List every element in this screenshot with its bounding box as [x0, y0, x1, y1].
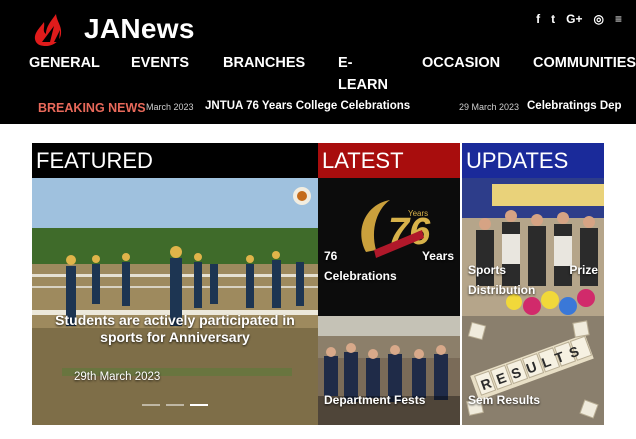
- latest-card-department-fests[interactable]: Department Fests: [318, 316, 460, 425]
- updates-card-sem-results[interactable]: RESULTS Sem Results: [462, 316, 604, 425]
- latest-card-celebrations[interactable]: 76 Years 76 Years Celebrations: [318, 178, 460, 316]
- site-title[interactable]: JANews: [84, 12, 195, 46]
- carousel-dot[interactable]: [166, 404, 184, 406]
- latest-heading: LATEST: [318, 143, 460, 178]
- latest-card-title-left[interactable]: 76: [324, 246, 337, 266]
- svg-text:Years: Years: [408, 209, 428, 218]
- rss-icon[interactable]: ≡: [615, 12, 622, 26]
- latest-card-title-line2[interactable]: Celebrations: [324, 266, 397, 286]
- ticker-headline[interactable]: Celebratings Dep: [527, 100, 622, 112]
- instagram-icon[interactable]: ◎: [594, 12, 604, 26]
- updates-card-title-left[interactable]: Sports: [468, 260, 506, 280]
- carousel-dots: [142, 404, 208, 406]
- sports-field-image: [32, 178, 318, 425]
- updates-card-prize-distribution[interactable]: Sports Prize Distribution: [462, 178, 604, 316]
- social-links: f t G+ ◎ ≡: [536, 12, 622, 26]
- nav-item-branches[interactable]: BRANCHES: [223, 52, 305, 74]
- featured-headline[interactable]: Students are actively participated in sp…: [52, 312, 298, 346]
- nav-item-occasion[interactable]: OCCASION: [422, 52, 500, 74]
- ticker-headline[interactable]: JNTUA 76 Years College Celebrations: [205, 100, 410, 112]
- site-header: JANews f t G+ ◎ ≡ GENERAL EVENTS BRANCHE…: [0, 0, 636, 124]
- carousel-dot-active[interactable]: [190, 404, 208, 406]
- breaking-news-ticker: BREAKING NEWS March 2023 JNTUA 76 Years …: [0, 96, 636, 120]
- nav-item-e-learn[interactable]: E-LEARN: [338, 52, 388, 96]
- facebook-icon[interactable]: f: [536, 12, 540, 26]
- latest-card-title-right[interactable]: Years: [422, 246, 454, 266]
- ticker-date: 29 March 2023: [459, 102, 520, 112]
- updates-heading: UPDATES: [462, 143, 604, 178]
- updates-card-title-right[interactable]: Prize: [569, 260, 598, 280]
- latest-card-title[interactable]: Department Fests: [324, 393, 425, 407]
- department-fests-image: [318, 316, 460, 425]
- updates-card-title[interactable]: Sem Results: [468, 393, 540, 407]
- updates-card-title-line2[interactable]: Distribution: [468, 280, 535, 300]
- nav-item-events[interactable]: EVENTS: [131, 52, 189, 74]
- results-tiles-image: RESULTS: [462, 316, 604, 425]
- featured-heading: FEATURED: [32, 143, 318, 178]
- ticker-date: March 2023: [146, 102, 194, 112]
- featured-card[interactable]: Students are actively participated in sp…: [32, 178, 318, 425]
- google-plus-icon[interactable]: G+: [566, 12, 582, 26]
- main-nav: GENERAL EVENTS BRANCHES E-LEARN OCCASION…: [0, 52, 636, 96]
- featured-date: 29th March 2023: [74, 371, 161, 383]
- flame-logo-icon[interactable]: [30, 12, 68, 48]
- carousel-dot[interactable]: [142, 404, 160, 406]
- nav-item-communities[interactable]: COMMUNITIES: [533, 52, 636, 74]
- nav-item-general[interactable]: GENERAL: [29, 52, 100, 74]
- breaking-news-label: BREAKING NEWS: [38, 101, 146, 115]
- twitter-icon[interactable]: t: [551, 12, 555, 26]
